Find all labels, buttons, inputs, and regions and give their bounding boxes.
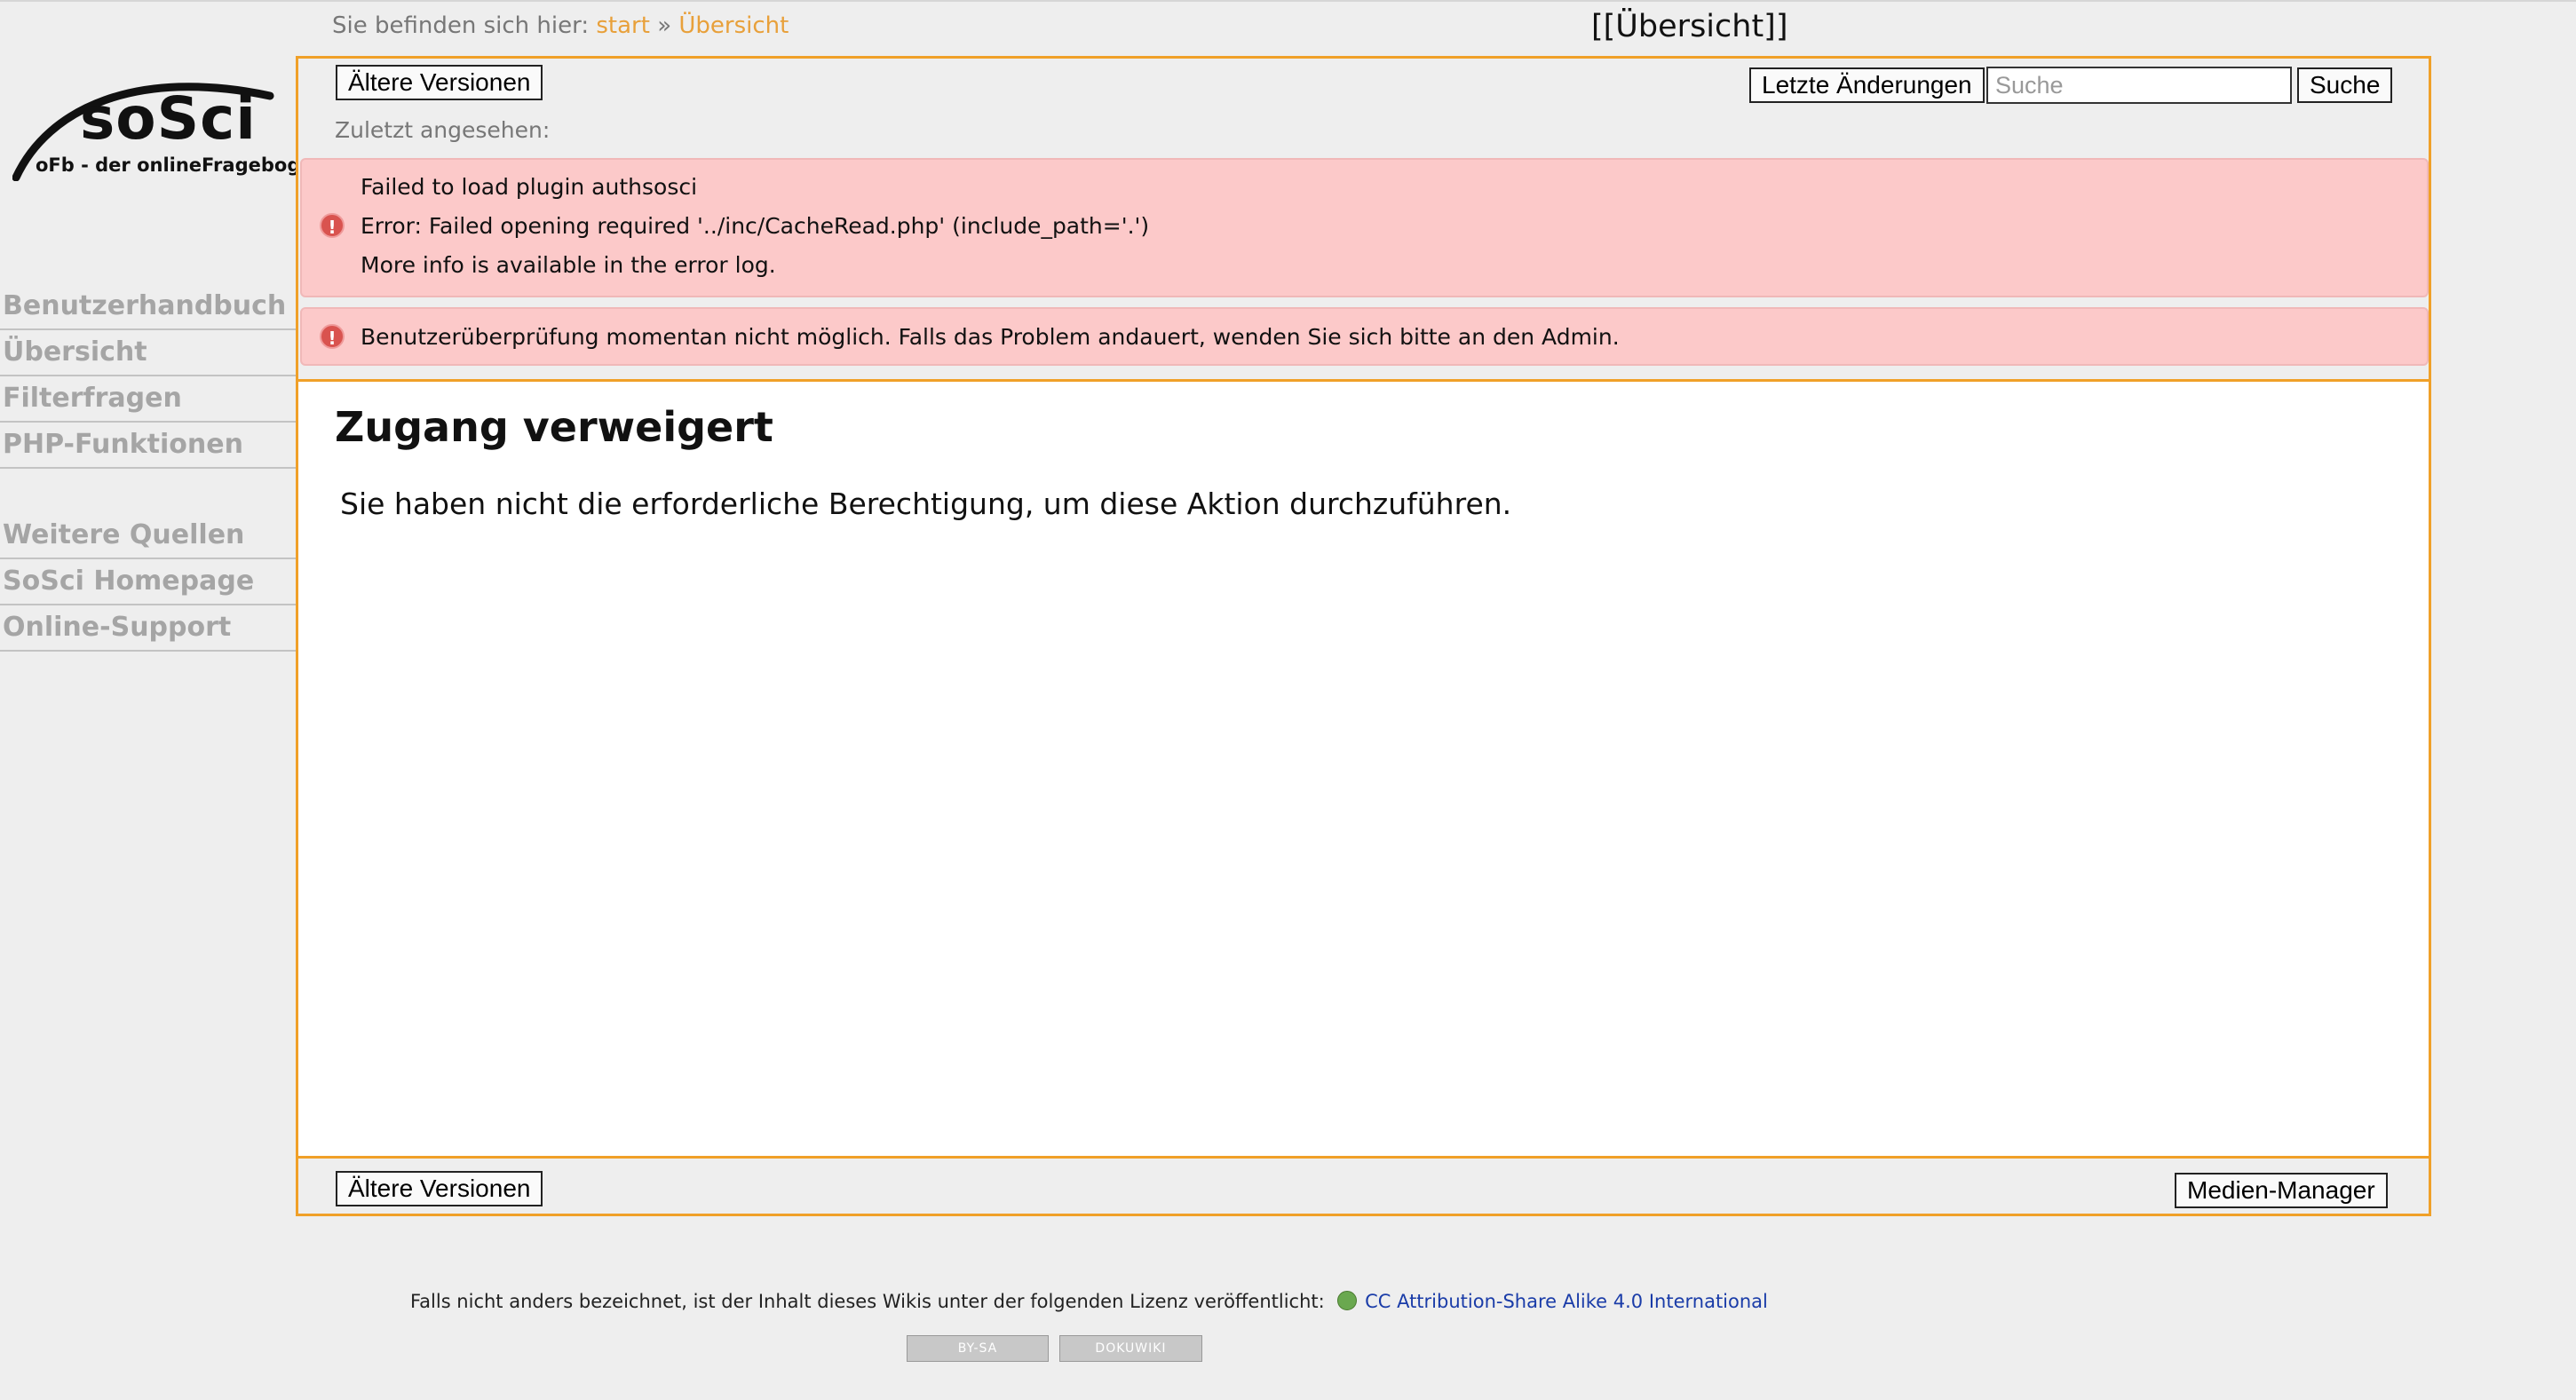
breadcrumb-separator: » bbox=[657, 12, 672, 39]
logo-tagline: oFb - der onlineFragebogen bbox=[36, 154, 327, 176]
sidebar-heading-weitere-quellen[interactable]: Weitere Quellen bbox=[0, 513, 297, 559]
main-frame: Ältere Versionen Letzte Änderungen Suche… bbox=[296, 56, 2431, 1216]
license-notice: Falls nicht anders bezeichnet, ist der I… bbox=[410, 1291, 1768, 1312]
cc-license-icon bbox=[1337, 1291, 1358, 1310]
sidebar-item-sosci-homepage[interactable]: SoSci Homepage bbox=[0, 559, 297, 605]
logo-title: soSci bbox=[80, 84, 257, 153]
content-message: Sie haben nicht die erforderliche Berech… bbox=[340, 486, 1512, 521]
sidebar-item-online-support[interactable]: Online-Support bbox=[0, 605, 297, 652]
sidebar-nav-main: Benutzerhandbuch Übersicht Filterfragen … bbox=[0, 284, 297, 469]
error-line-2: Error: Failed opening required '../inc/C… bbox=[361, 213, 1150, 239]
sidebar-item-filterfragen[interactable]: Filterfragen bbox=[0, 376, 297, 423]
recent-changes-button[interactable]: Letzte Änderungen bbox=[1749, 67, 1985, 103]
breadcrumb: Sie befinden sich hier: start » Übersich… bbox=[332, 12, 789, 39]
auth-error-message: Benutzerüberprüfung momentan nicht mögli… bbox=[361, 324, 1620, 350]
error-line-3: More info is available in the error log. bbox=[361, 252, 776, 278]
dokuwiki-badge[interactable]: DOKUWIKI bbox=[1059, 1335, 1202, 1362]
error-icon: ! bbox=[320, 213, 345, 238]
sidebar-item-php-funktionen[interactable]: PHP-Funktionen bbox=[0, 423, 297, 469]
breadcrumb-link-uebersicht[interactable]: Übersicht bbox=[678, 12, 789, 39]
plugin-error-box: Failed to load plugin authsosci ! Error:… bbox=[300, 158, 2429, 297]
sidebar-item-uebersicht[interactable]: Übersicht bbox=[0, 330, 297, 376]
search-input[interactable]: Suche bbox=[1986, 67, 2292, 104]
sidebar-nav-sources: Weitere Quellen SoSci Homepage Online-Su… bbox=[0, 513, 297, 652]
error-icon: ! bbox=[320, 324, 345, 349]
media-manager-button[interactable]: Medien-Manager bbox=[2175, 1173, 2388, 1208]
old-versions-button[interactable]: Ältere Versionen bbox=[336, 65, 543, 100]
top-border bbox=[0, 0, 2576, 2]
breadcrumb-link-start[interactable]: start bbox=[596, 12, 650, 39]
old-versions-button-bottom[interactable]: Ältere Versionen bbox=[336, 1171, 543, 1206]
error-line-1: Failed to load plugin authsosci bbox=[361, 174, 698, 200]
sidebar-heading-benutzerhandbuch[interactable]: Benutzerhandbuch bbox=[0, 284, 297, 330]
breadcrumb-prefix: Sie befinden sich hier: bbox=[332, 12, 590, 39]
page-content: Zugang verweigert Sie haben nicht die er… bbox=[298, 379, 2429, 1159]
sosci-logo[interactable]: soSci oFb - der onlineFragebogen bbox=[12, 73, 327, 181]
page-title[interactable]: [[Übersicht]] bbox=[1591, 9, 1787, 44]
auth-error-box: ! Benutzerüberprüfung momentan nicht mög… bbox=[300, 307, 2429, 366]
license-link[interactable]: CC Attribution-Share Alike 4.0 Internati… bbox=[1365, 1291, 1768, 1312]
cc-by-sa-badge[interactable]: BY-SA bbox=[907, 1335, 1049, 1362]
search-button[interactable]: Suche bbox=[2297, 67, 2393, 103]
last-seen-label: Zuletzt angesehen: bbox=[335, 117, 551, 143]
content-heading: Zugang verweigert bbox=[335, 403, 773, 451]
license-text: Falls nicht anders bezeichnet, ist der I… bbox=[410, 1291, 1325, 1312]
